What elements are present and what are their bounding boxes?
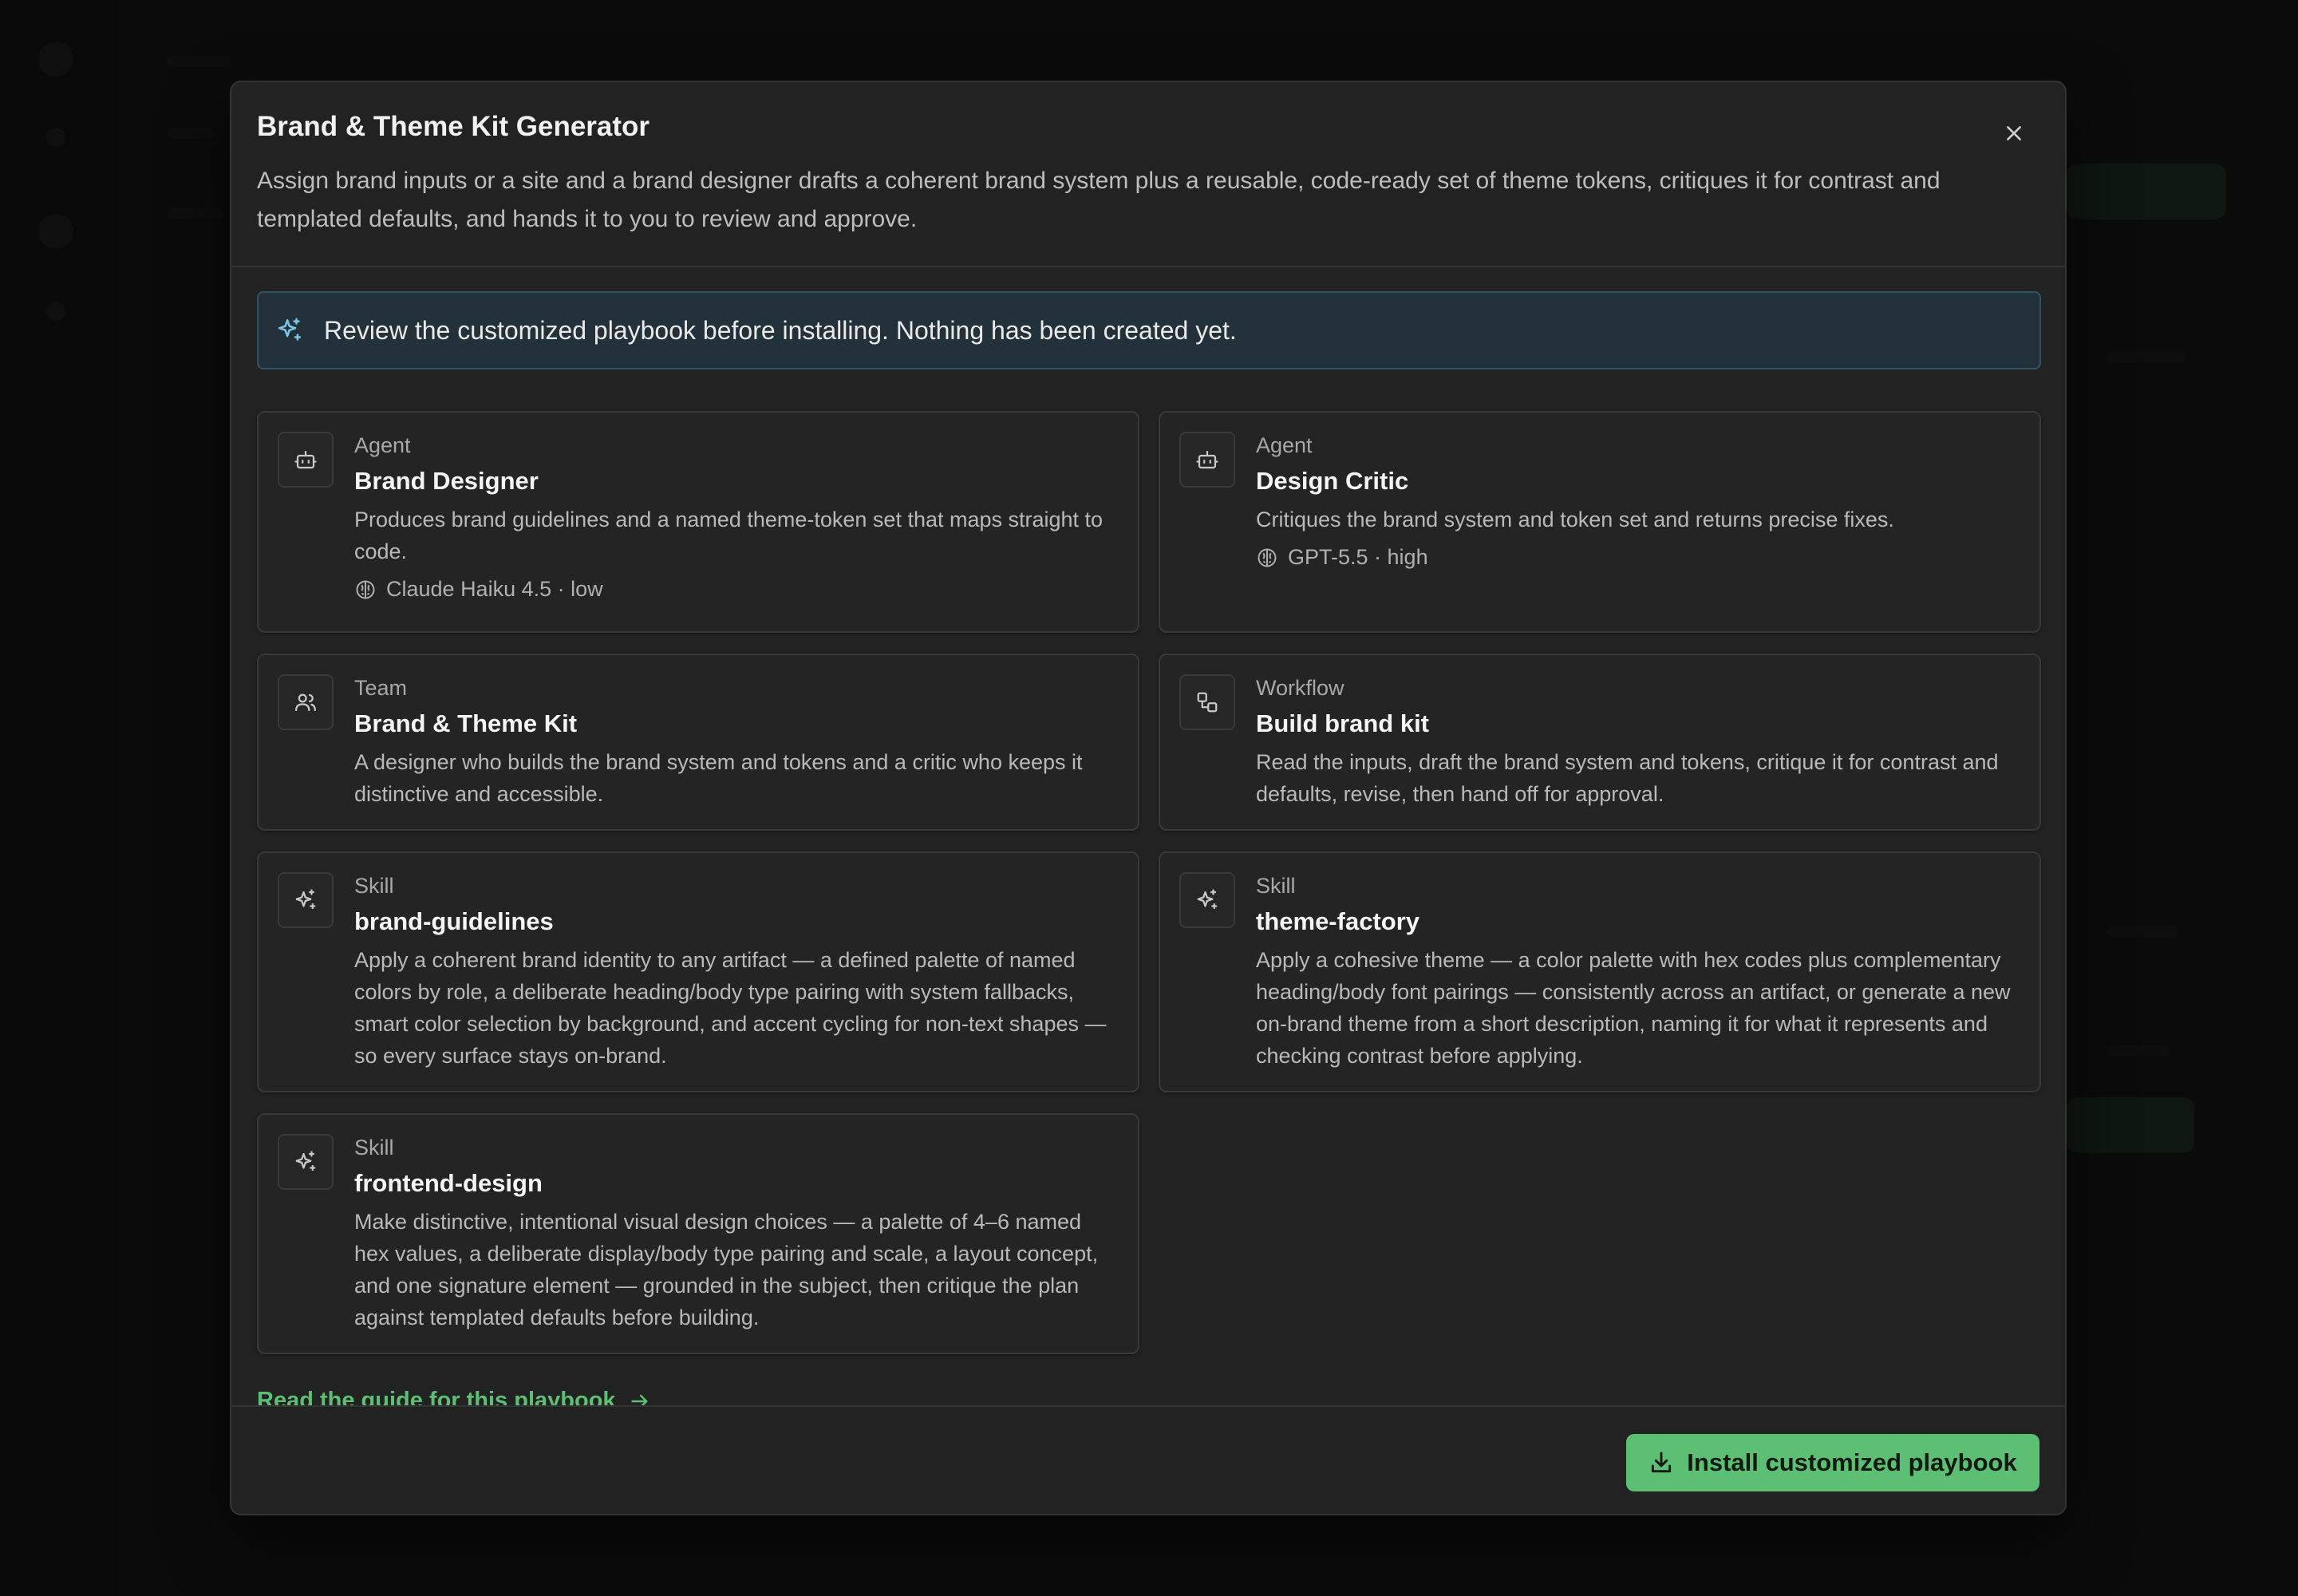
card-type: Team [354, 676, 408, 700]
users-icon [278, 674, 334, 730]
brain-icon [356, 580, 375, 598]
card-model: Claude Haiku 4.5 · low [354, 577, 603, 602]
card-description: Make distinctive, intentional visual des… [354, 1210, 1099, 1329]
card-team-brand-theme-kit[interactable]: Team Brand & Theme Kit A designer who bu… [257, 654, 1139, 831]
notice-text: Review the customized playbook before in… [324, 315, 1237, 345]
card-skill-theme-factory[interactable]: Skill theme-factory Apply a cohesive the… [1159, 851, 2041, 1092]
card-description: Apply a cohesive theme — a color palette… [1256, 948, 2011, 1068]
card-skill-frontend-design[interactable]: Skill frontend-design Make distinctive, … [257, 1113, 1139, 1354]
card-description: A designer who builds the brand system a… [354, 750, 1083, 806]
bot-icon [278, 432, 334, 488]
card-model-text: GPT-5.5 · high [1288, 545, 1428, 569]
sparkles-icon [278, 872, 334, 928]
card-description: Apply a coherent brand identity to any a… [354, 948, 1107, 1068]
card-type: Agent [354, 433, 411, 457]
card-model-text: Claude Haiku 4.5 · low [386, 577, 603, 601]
card-workflow-build-brand-kit[interactable]: Workflow Build brand kit Read the inputs… [1159, 654, 2041, 831]
install-playbook-button[interactable]: Install customized playbook [1626, 1434, 2039, 1491]
install-button-label: Install customized playbook [1687, 1448, 2017, 1476]
card-skill-brand-guidelines[interactable]: Skill brand-guidelines Apply a coherent … [257, 851, 1139, 1092]
card-description: Critiques the brand system and token set… [1256, 508, 1894, 531]
card-description: Produces brand guidelines and a named th… [354, 508, 1104, 563]
modal-description: Assign brand inputs or a site and a bran… [257, 168, 1941, 232]
download-icon [1652, 1452, 1672, 1473]
playbook-modal: Brand & Theme Kit Generator Assign brand… [230, 81, 2067, 1515]
sparkles-icon [276, 316, 305, 345]
card-type: Skill [354, 874, 394, 898]
card-name: theme-factory [1256, 907, 1419, 935]
card-name: frontend-design [354, 1169, 543, 1197]
sparkles-icon [1179, 872, 1235, 928]
card-model: GPT-5.5 · high [1256, 545, 1428, 570]
card-agent-brand-designer[interactable]: Agent Brand Designer Produces brand guid… [257, 411, 1139, 633]
card-name: Brand Designer [354, 467, 539, 495]
card-agent-design-critic[interactable]: Agent Design Critic Critiques the brand … [1159, 411, 2041, 633]
card-name: Design Critic [1256, 467, 1409, 495]
card-name: Build brand kit [1256, 709, 1429, 737]
card-type: Skill [1256, 874, 1296, 898]
card-type: Agent [1256, 433, 1313, 457]
card-name: brand-guidelines [354, 907, 554, 935]
card-name: Brand & Theme Kit [354, 709, 578, 737]
close-icon [2007, 126, 2021, 140]
bot-icon [1179, 432, 1235, 488]
modal-header: Brand & Theme Kit Generator Assign brand… [231, 82, 2065, 267]
card-type: Workflow [1256, 676, 1344, 700]
modal-footer: Install customized playbook [231, 1405, 2065, 1514]
card-type: Skill [354, 1136, 394, 1159]
brain-icon [1258, 548, 1277, 567]
close-button[interactable] [1998, 117, 2030, 149]
review-notice: Review the customized playbook before in… [257, 291, 2041, 369]
workflow-icon [1179, 674, 1235, 730]
modal-title: Brand & Theme Kit Generator [257, 111, 650, 142]
sparkles-icon [278, 1134, 334, 1190]
card-description: Read the inputs, draft the brand system … [1256, 750, 1999, 806]
